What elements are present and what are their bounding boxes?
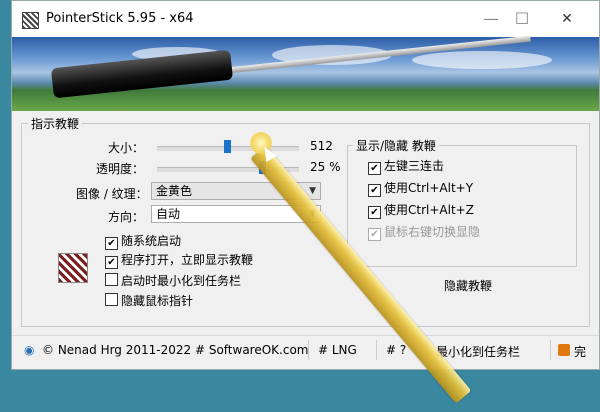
checkbox-right-click-toggle: ✔ 鼠标右键切换显隐: [368, 225, 480, 241]
direction-label: 方向：: [108, 210, 145, 224]
checkbox-box: ✔: [368, 162, 381, 175]
copyright-link[interactable]: © Nenad Hrg 2011-2022 # SoftwareOK.com: [42, 343, 309, 357]
checkbox-ctrl-alt-z[interactable]: ✔ 使用Ctrl+Alt+Z: [368, 203, 474, 219]
image-select-value: 金黄色: [156, 184, 193, 198]
done-icon: [558, 344, 570, 356]
checkbox-box: ✔: [368, 184, 381, 197]
checkbox-hide-mouse[interactable]: 隐藏鼠标指针: [105, 293, 193, 308]
direction-select-value: 自动: [156, 207, 181, 221]
done-button[interactable]: 完: [574, 343, 586, 360]
checkbox-box: ✔: [105, 237, 118, 250]
opacity-value: 25 %: [310, 160, 341, 174]
checkbox-triple-click[interactable]: ✔ 左键三连击: [368, 159, 444, 175]
status-bar: ◉ © Nenad Hrg 2011-2022 # SoftwareOK.com…: [12, 335, 599, 364]
app-window: PointerStick 5.95 - x64 — ☐ ✕ 指示教鞭 大小： 5…: [11, 0, 600, 370]
show-hide-group-title: 显示/隐藏 教鞭: [353, 137, 439, 154]
checkbox-show-on-open[interactable]: ✔ 程序打开，立即显示教鞭: [105, 253, 253, 269]
app-icon: [22, 12, 39, 29]
checkbox-box: [105, 273, 118, 286]
title-bar[interactable]: PointerStick 5.95 - x64 — ☐ ✕: [12, 1, 599, 37]
maximize-button[interactable]: ☐: [507, 7, 537, 31]
checkbox-box: ✔: [105, 256, 118, 269]
checkbox-box: ✔: [368, 228, 381, 241]
image-label: 图像 / 纹理：: [76, 187, 148, 201]
checkbox-start-minimized[interactable]: 启动时最小化到任务栏: [105, 273, 241, 288]
minimize-to-tray-button[interactable]: 最小化到任务栏: [436, 343, 520, 360]
window-title: PointerStick 5.95 - x64: [46, 11, 194, 26]
checkbox-autostart[interactable]: ✔ 随系统启动: [105, 234, 181, 250]
close-button[interactable]: ✕: [552, 7, 582, 31]
chevron-down-icon: ▼: [309, 186, 316, 196]
pointer-group-title: 指示教鞭: [28, 115, 83, 132]
texture-preview-icon: [58, 253, 88, 283]
opacity-label: 透明度：: [96, 162, 145, 176]
size-slider-thumb[interactable]: [223, 140, 231, 153]
size-label: 大小：: [108, 141, 145, 155]
language-menu[interactable]: # LNG: [318, 343, 357, 357]
hide-pointer-link[interactable]: 隐藏教鞭: [444, 277, 492, 294]
minimize-button[interactable]: —: [476, 7, 506, 31]
help-menu[interactable]: # ?: [386, 343, 406, 357]
checkbox-box: [105, 293, 118, 306]
checkbox-ctrl-alt-y[interactable]: ✔ 使用Ctrl+Alt+Y: [368, 181, 473, 197]
checkbox-box: ✔: [368, 206, 381, 219]
size-value: 512: [310, 139, 333, 153]
globe-icon: ◉: [24, 343, 35, 357]
